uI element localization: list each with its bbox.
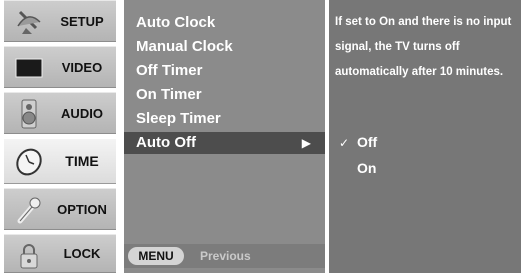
menu-item-sleep-timer[interactable]: Sleep Timer	[124, 108, 325, 130]
help-description: If set to On and there is no input signa…	[335, 16, 512, 78]
sidebar-item-video[interactable]: VIDEO	[4, 46, 116, 88]
speaker-icon	[12, 99, 46, 129]
sidebar-item-label: OPTION	[57, 201, 107, 217]
option-off[interactable]: ✓ Off	[339, 134, 377, 150]
menu-item-off-timer[interactable]: Off Timer	[124, 60, 325, 82]
auto-off-info-panel: If set to On and there is no input signa…	[329, 0, 521, 273]
previous-label: Previous	[200, 249, 251, 263]
main-menu-sidebar: SETUP VIDEO AUDIO TIME OPTION LOCK	[4, 0, 116, 273]
sidebar-item-setup[interactable]: SETUP	[4, 0, 116, 42]
clock-icon	[12, 147, 46, 177]
sidebar-item-label: TIME	[65, 153, 99, 169]
sidebar-item-label: LOCK	[63, 246, 101, 261]
tv-screen-icon	[12, 53, 46, 83]
menu-item-label: Auto Off	[136, 134, 196, 151]
option-label: Off	[357, 134, 378, 150]
menu-item-auto-clock[interactable]: Auto Clock	[124, 12, 325, 34]
sidebar-item-time[interactable]: TIME	[4, 138, 116, 184]
sidebar-item-lock[interactable]: LOCK	[4, 234, 116, 273]
menu-item-auto-off[interactable]: Auto Off ▶	[124, 132, 325, 154]
wrench-icon	[12, 195, 46, 225]
check-icon: ✓	[339, 136, 350, 150]
footer-bar: MENU Previous	[124, 244, 325, 268]
menu-key-button[interactable]: MENU	[128, 247, 184, 265]
satellite-dish-icon	[12, 7, 46, 37]
sidebar-item-audio[interactable]: AUDIO	[4, 92, 116, 134]
arrow-right-icon: ▶	[301, 136, 311, 150]
time-submenu-panel: Auto Clock Manual Clock Off Timer On Tim…	[124, 0, 325, 273]
option-label: On	[357, 160, 377, 176]
sidebar-item-option[interactable]: OPTION	[4, 188, 116, 230]
sidebar-item-label: VIDEO	[61, 59, 103, 75]
menu-item-manual-clock[interactable]: Manual Clock	[124, 36, 325, 58]
sidebar-item-label: AUDIO	[61, 105, 103, 121]
option-on[interactable]: On	[339, 160, 376, 176]
menu-item-on-timer[interactable]: On Timer	[124, 84, 325, 106]
padlock-icon	[12, 241, 46, 271]
sidebar-item-label: SETUP	[60, 13, 104, 29]
